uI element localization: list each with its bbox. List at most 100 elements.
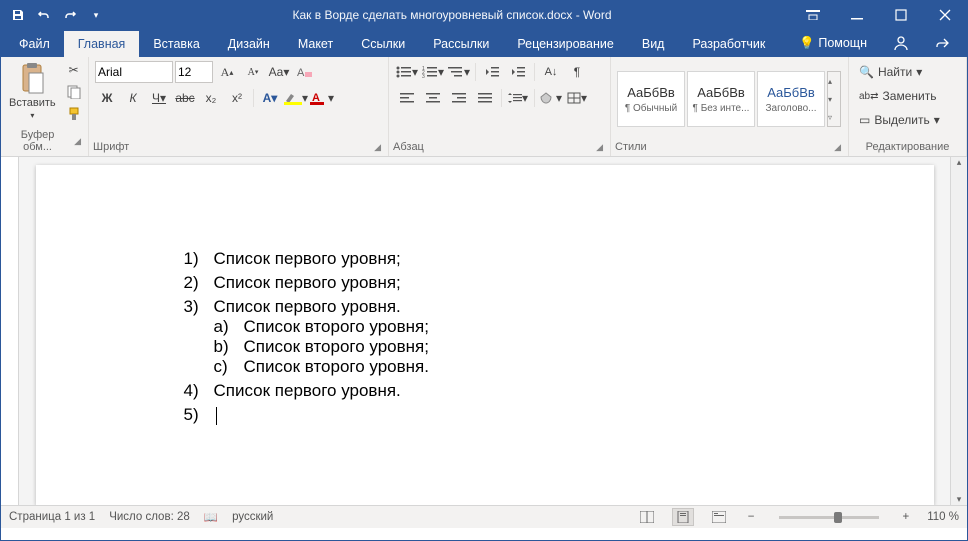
list-item[interactable]: Список первого уровня.	[184, 381, 934, 401]
font-family-combo[interactable]	[95, 61, 173, 83]
tab-references[interactable]: Ссылки	[347, 31, 419, 57]
styles-gallery[interactable]: АаБбВв¶ Обычный АаБбВв¶ Без инте... АаБб…	[617, 71, 825, 127]
tab-mailings[interactable]: Рассылки	[419, 31, 503, 57]
decrease-indent-icon[interactable]	[480, 61, 504, 83]
find-button[interactable]: 🔍Найти ▾	[855, 61, 926, 83]
font-size-combo[interactable]	[175, 61, 213, 83]
ribbon: Вставить ▾ ✂ Буфер обм...◢ A▴ A▾ Aa▾ A Ж	[1, 57, 967, 157]
list-item[interactable]: Список второго уровня;	[214, 317, 934, 337]
dialog-launcher-icon[interactable]: ◢	[834, 142, 844, 153]
print-layout-icon[interactable]	[672, 508, 694, 526]
list-item[interactable]: Список второго уровня.	[214, 357, 934, 377]
status-words[interactable]: Число слов: 28	[109, 511, 190, 523]
align-left-icon[interactable]	[395, 87, 419, 109]
increase-indent-icon[interactable]	[506, 61, 530, 83]
copy-icon[interactable]	[62, 81, 86, 103]
subscript-button[interactable]: x₂	[199, 87, 223, 109]
tab-design[interactable]: Дизайн	[214, 31, 284, 57]
style-normal[interactable]: АаБбВв¶ Обычный	[617, 71, 685, 127]
read-mode-icon[interactable]	[636, 508, 658, 526]
group-font: A▴ A▾ Aa▾ A Ж К Ч▾ abc x₂ x² A▾ ▾ A▾ Шри…	[89, 57, 389, 156]
zoom-in-button[interactable]: +	[899, 511, 914, 523]
numbering-icon[interactable]: 123▾	[421, 61, 445, 83]
multilevel-list-icon[interactable]: ▾	[447, 61, 471, 83]
vertical-scrollbar[interactable]	[950, 157, 967, 505]
line-spacing-icon[interactable]: ▾	[506, 87, 530, 109]
tell-me[interactable]: 💡 Помощн	[791, 30, 875, 57]
account-icon[interactable]	[885, 29, 917, 57]
justify-icon[interactable]	[473, 87, 497, 109]
tab-review[interactable]: Рецензирование	[503, 31, 628, 57]
status-language[interactable]: русский	[232, 511, 273, 523]
select-icon: ▭	[859, 113, 870, 127]
superscript-button[interactable]: x²	[225, 87, 249, 109]
paste-button[interactable]: Вставить ▾	[5, 59, 60, 122]
list-item[interactable]: Список первого уровня.Список второго уро…	[184, 297, 934, 377]
underline-button[interactable]: Ч▾	[147, 87, 171, 109]
dialog-launcher-icon[interactable]: ◢	[596, 142, 606, 153]
list-item[interactable]: Список первого уровня;	[184, 249, 934, 269]
shading-icon[interactable]: ▾	[539, 87, 563, 109]
align-center-icon[interactable]	[421, 87, 445, 109]
quick-access-toolbar: ▾	[1, 4, 113, 26]
group-styles-label: Стили	[615, 141, 647, 153]
bullets-icon[interactable]: ▾	[395, 61, 419, 83]
window-title: Как в Ворде сделать многоуровневый списо…	[113, 8, 791, 22]
save-icon[interactable]	[7, 4, 29, 26]
list-item[interactable]: Список второго уровня;	[214, 337, 934, 357]
replace-button[interactable]: ab⇄Заменить	[855, 85, 940, 107]
grow-font-icon[interactable]: A▴	[215, 61, 239, 83]
svg-text:A: A	[297, 67, 305, 79]
dialog-launcher-icon[interactable]: ◢	[374, 142, 384, 153]
group-clipboard: Вставить ▾ ✂ Буфер обм...◢	[1, 57, 89, 156]
tab-file[interactable]: Файл	[5, 31, 64, 57]
undo-icon[interactable]	[33, 4, 55, 26]
styles-gallery-scroll[interactable]: ▴▾▿	[827, 71, 841, 127]
window-controls	[791, 1, 967, 29]
clear-formatting-icon[interactable]: A	[293, 61, 317, 83]
tab-view[interactable]: Вид	[628, 31, 679, 57]
change-case-icon[interactable]: Aa▾	[267, 61, 291, 83]
redo-icon[interactable]	[59, 4, 81, 26]
borders-icon[interactable]: ▾	[565, 87, 589, 109]
highlight-icon[interactable]: ▾	[284, 87, 308, 109]
dialog-launcher-icon[interactable]: ◢	[74, 136, 84, 147]
font-color-icon[interactable]: A▾	[310, 87, 334, 109]
group-editing: 🔍Найти ▾ ab⇄Заменить ▭Выделить ▾ Редакти…	[849, 57, 967, 156]
maximize-icon[interactable]	[879, 1, 923, 29]
group-paragraph-label: Абзац	[393, 141, 424, 153]
zoom-level[interactable]: 110 %	[927, 511, 959, 523]
tab-home[interactable]: Главная	[64, 31, 140, 57]
strikethrough-button[interactable]: abc	[173, 87, 197, 109]
list-item[interactable]: Список первого уровня;	[184, 273, 934, 293]
qat-customize-icon[interactable]: ▾	[85, 4, 107, 26]
status-page[interactable]: Страница 1 из 1	[9, 511, 95, 523]
style-no-spacing[interactable]: АаБбВв¶ Без инте...	[687, 71, 755, 127]
style-heading1[interactable]: АаБбВвЗаголово...	[757, 71, 825, 127]
zoom-slider[interactable]	[779, 516, 879, 519]
sort-icon[interactable]: A↓	[539, 61, 563, 83]
align-right-icon[interactable]	[447, 87, 471, 109]
bold-button[interactable]: Ж	[95, 87, 119, 109]
tab-insert[interactable]: Вставка	[139, 31, 213, 57]
text-effects-icon[interactable]: A▾	[258, 87, 282, 109]
group-editing-label: Редактирование	[866, 141, 950, 153]
cut-icon[interactable]: ✂	[62, 59, 86, 81]
document-area[interactable]: Список первого уровня; Список первого уро…	[19, 157, 950, 505]
web-layout-icon[interactable]	[708, 508, 730, 526]
tab-layout[interactable]: Макет	[284, 31, 347, 57]
spellcheck-icon[interactable]: 📖	[204, 510, 218, 524]
list-item[interactable]	[184, 405, 934, 425]
ribbon-options-icon[interactable]	[791, 1, 835, 29]
show-marks-icon[interactable]: ¶	[565, 61, 589, 83]
italic-button[interactable]: К	[121, 87, 145, 109]
minimize-icon[interactable]	[835, 1, 879, 29]
format-painter-icon[interactable]	[62, 103, 86, 125]
close-icon[interactable]	[923, 1, 967, 29]
page[interactable]: Список первого уровня; Список первого уро…	[36, 165, 934, 505]
zoom-out-button[interactable]: −	[744, 511, 759, 523]
share-button[interactable]	[927, 30, 957, 56]
select-button[interactable]: ▭Выделить ▾	[855, 109, 944, 131]
shrink-font-icon[interactable]: A▾	[241, 61, 265, 83]
tab-developer[interactable]: Разработчик	[678, 31, 779, 57]
